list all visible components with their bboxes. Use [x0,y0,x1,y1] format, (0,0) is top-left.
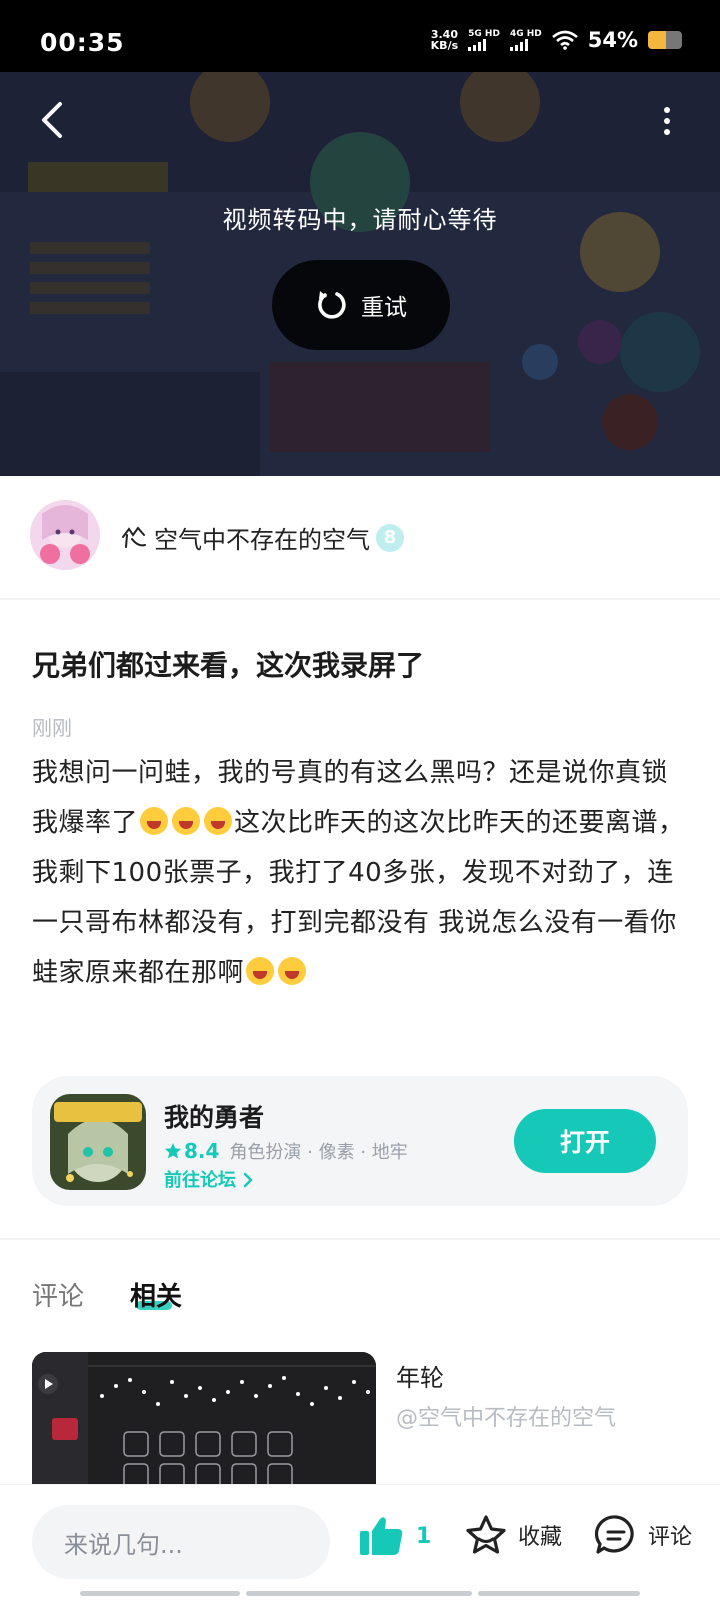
retry-button[interactable]: 重试 [272,260,450,350]
retry-icon [318,291,346,319]
chevron-right-icon [244,1172,253,1188]
game-meta: 8.4 角色扮演 · 像素 · 地牢 [164,1138,408,1164]
status-bar: 00:35 3.40 KB/s 5G HD 4G HD 54% [0,0,720,72]
network-speed-unit: KB/s [430,39,459,52]
comment-bubble-icon [594,1515,634,1554]
grinning-emoji-icon [140,807,169,835]
signal-sim1-icon: 5G HD [468,29,500,51]
name-prefix-icon [122,525,146,548]
retry-label: 重试 [361,295,407,321]
grinning-emoji-icon [204,807,233,835]
comment-label: 评论 [648,1525,693,1550]
forum-link-label: 前往论坛 [164,1170,236,1191]
author-name[interactable]: 空气中不存在的空气 8 [120,520,404,555]
favorite-label: 收藏 [518,1525,563,1550]
like-count: 1 [416,1523,432,1549]
forum-link[interactable]: 前往论坛 [164,1166,254,1192]
game-score-value: 8.4 [184,1139,220,1163]
open-game-button[interactable]: 打开 [514,1109,656,1173]
star-icon [165,1143,181,1159]
network-speed: 3.40 KB/s [431,29,458,51]
thumbs-up-icon [360,1517,403,1555]
section-divider [0,1238,720,1240]
author-row[interactable]: 空气中不存在的空气 8 [0,476,720,600]
laughing-emoji-icon [246,957,275,985]
comment-button[interactable]: 评论 [594,1513,692,1557]
star-outline-icon [466,1515,506,1554]
transcoding-message: 视频转码中，请耐心等待 [222,206,498,234]
status-icons: 3.40 KB/s 5G HD 4G HD 54% [431,28,682,52]
status-time: 00:35 [40,28,125,57]
post-time: 刚刚 [32,716,72,740]
sim1-label: 5G HD [468,29,500,39]
post-title: 兄弟们都过来看，这次我录屏了 [32,649,425,682]
nav-indicator-right [478,1591,640,1596]
author-avatar[interactable] [30,500,100,570]
favorite-button[interactable]: 收藏 [464,1513,562,1557]
tab-related[interactable]: 相关 [130,1276,182,1313]
more-options-icon[interactable] [662,106,672,136]
nav-indicator-left [80,1591,240,1596]
bottom-action-bar: 来说几句... 1 收藏 评论 [0,1484,720,1600]
comment-input[interactable]: 来说几句... [32,1505,330,1579]
wifi-icon [551,30,578,50]
game-icon[interactable] [50,1094,146,1190]
game-score: 8.4 [164,1139,219,1163]
game-name[interactable]: 我的勇者 [164,1098,264,1134]
battery-icon [648,31,682,49]
post-body: 我想问一问蛙，我的号真的有这么黑吗？还是说你真锁我爆率了 这次比昨天的这次比昨天的… [32,748,692,998]
grinning-emoji-icon [172,807,201,835]
back-arrow-icon[interactable] [34,100,74,140]
signal-sim2-icon: 4G HD [509,29,542,51]
tab-comment[interactable]: 评论 [32,1276,84,1313]
like-button[interactable]: 1 [358,1515,431,1557]
laughing-emoji-icon [278,957,307,985]
sim2-label: 4G HD [509,29,542,39]
video-player[interactable]: 视频转码中，请耐心等待 重试 [0,72,720,476]
level-badge: 8 [376,523,404,552]
related-video-thumbnail[interactable] [32,1352,376,1484]
nav-indicator-center [246,1591,472,1596]
related-title[interactable]: 年轮 [396,1358,444,1393]
game-tags: 角色扮演 · 像素 · 地牢 [229,1142,408,1163]
game-card[interactable]: 我的勇者 8.4 角色扮演 · 像素 · 地牢 前往论坛 打开 [32,1076,688,1206]
related-author[interactable]: @空气中不存在的空气 [396,1400,616,1432]
author-name-text: 空气中不存在的空气 [154,526,370,554]
battery-percent: 54% [587,28,638,52]
